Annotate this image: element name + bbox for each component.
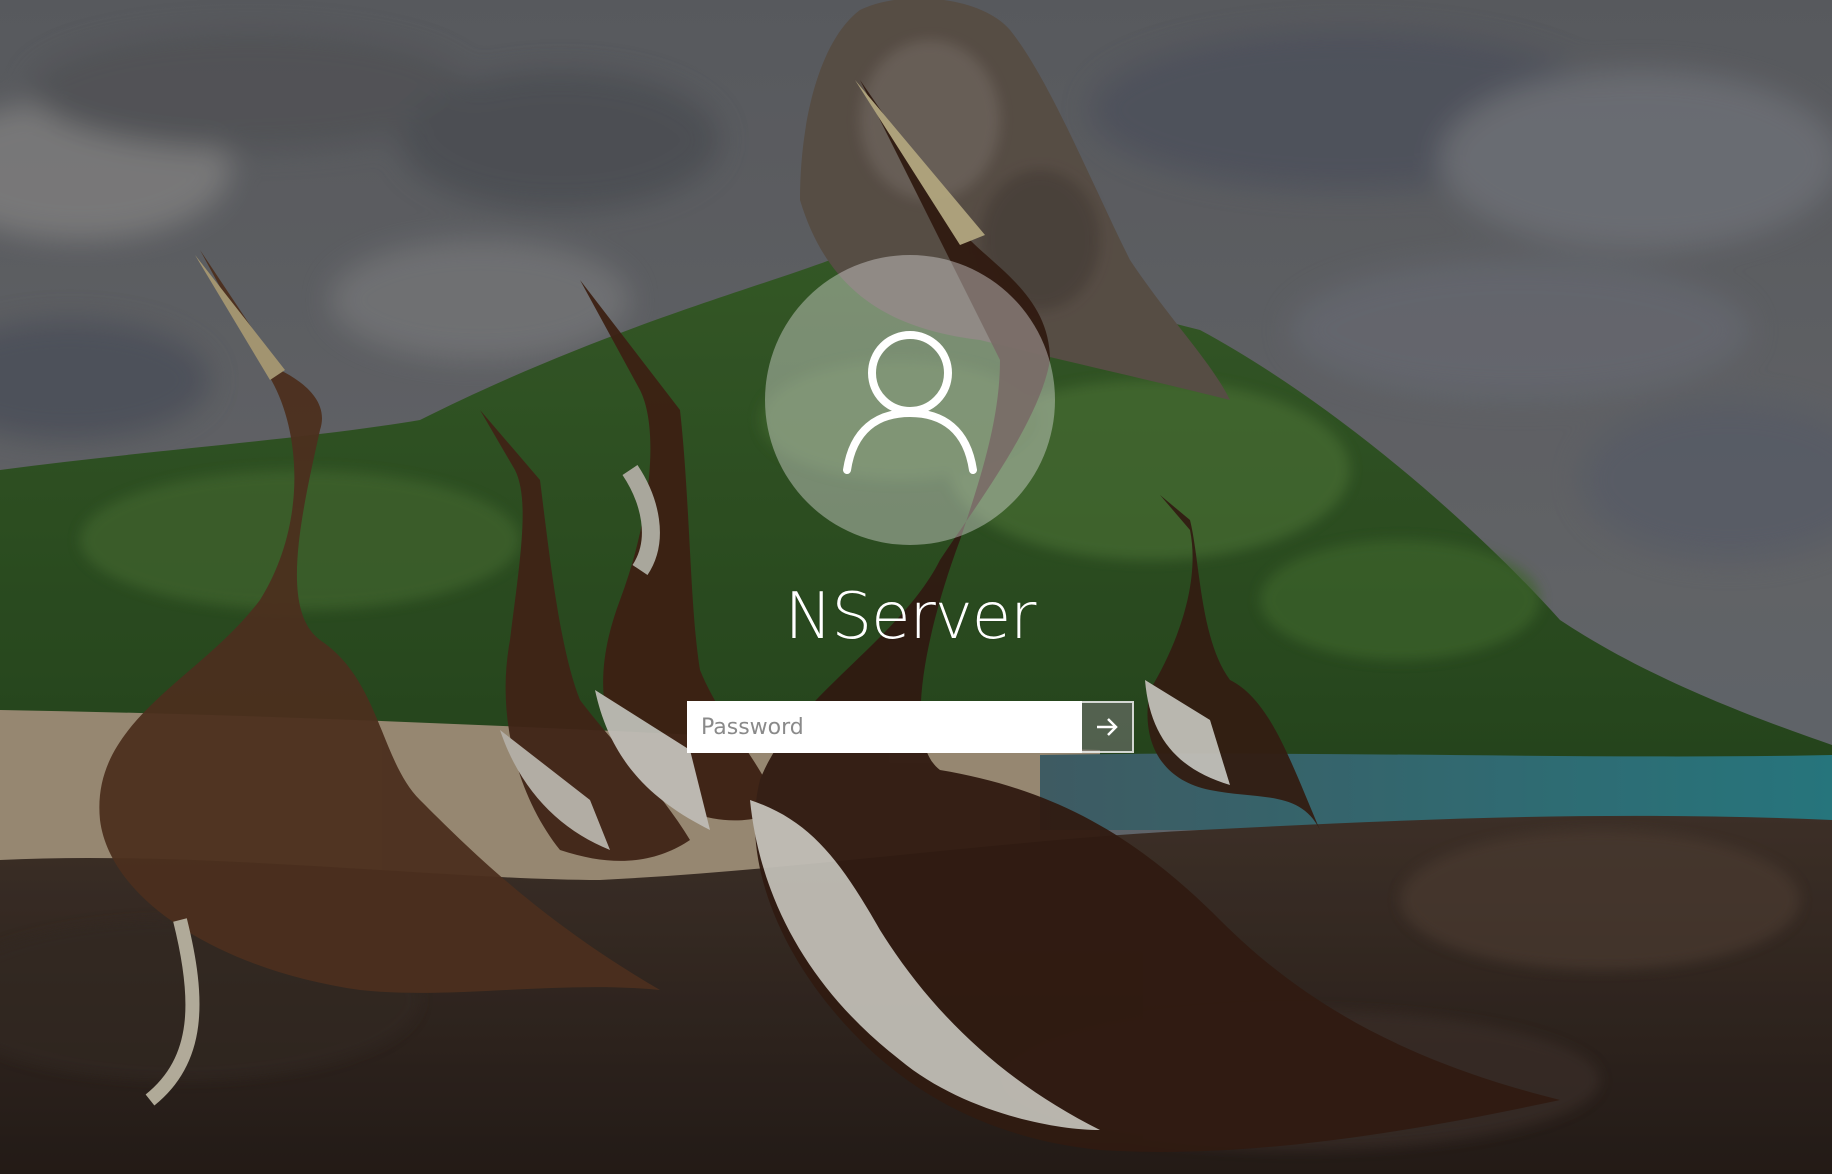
user-silhouette-icon [843, 331, 977, 474]
sign-in-button[interactable] [1082, 701, 1134, 753]
arrow-right-icon [1097, 718, 1118, 736]
lock-screen: NServer [0, 0, 1832, 1174]
account-name: NServer [784, 580, 1037, 654]
sign-in-panel: NServer [0, 0, 1832, 1174]
user-avatar [765, 255, 1055, 545]
password-field[interactable] [687, 701, 1082, 753]
password-row [687, 701, 1134, 753]
